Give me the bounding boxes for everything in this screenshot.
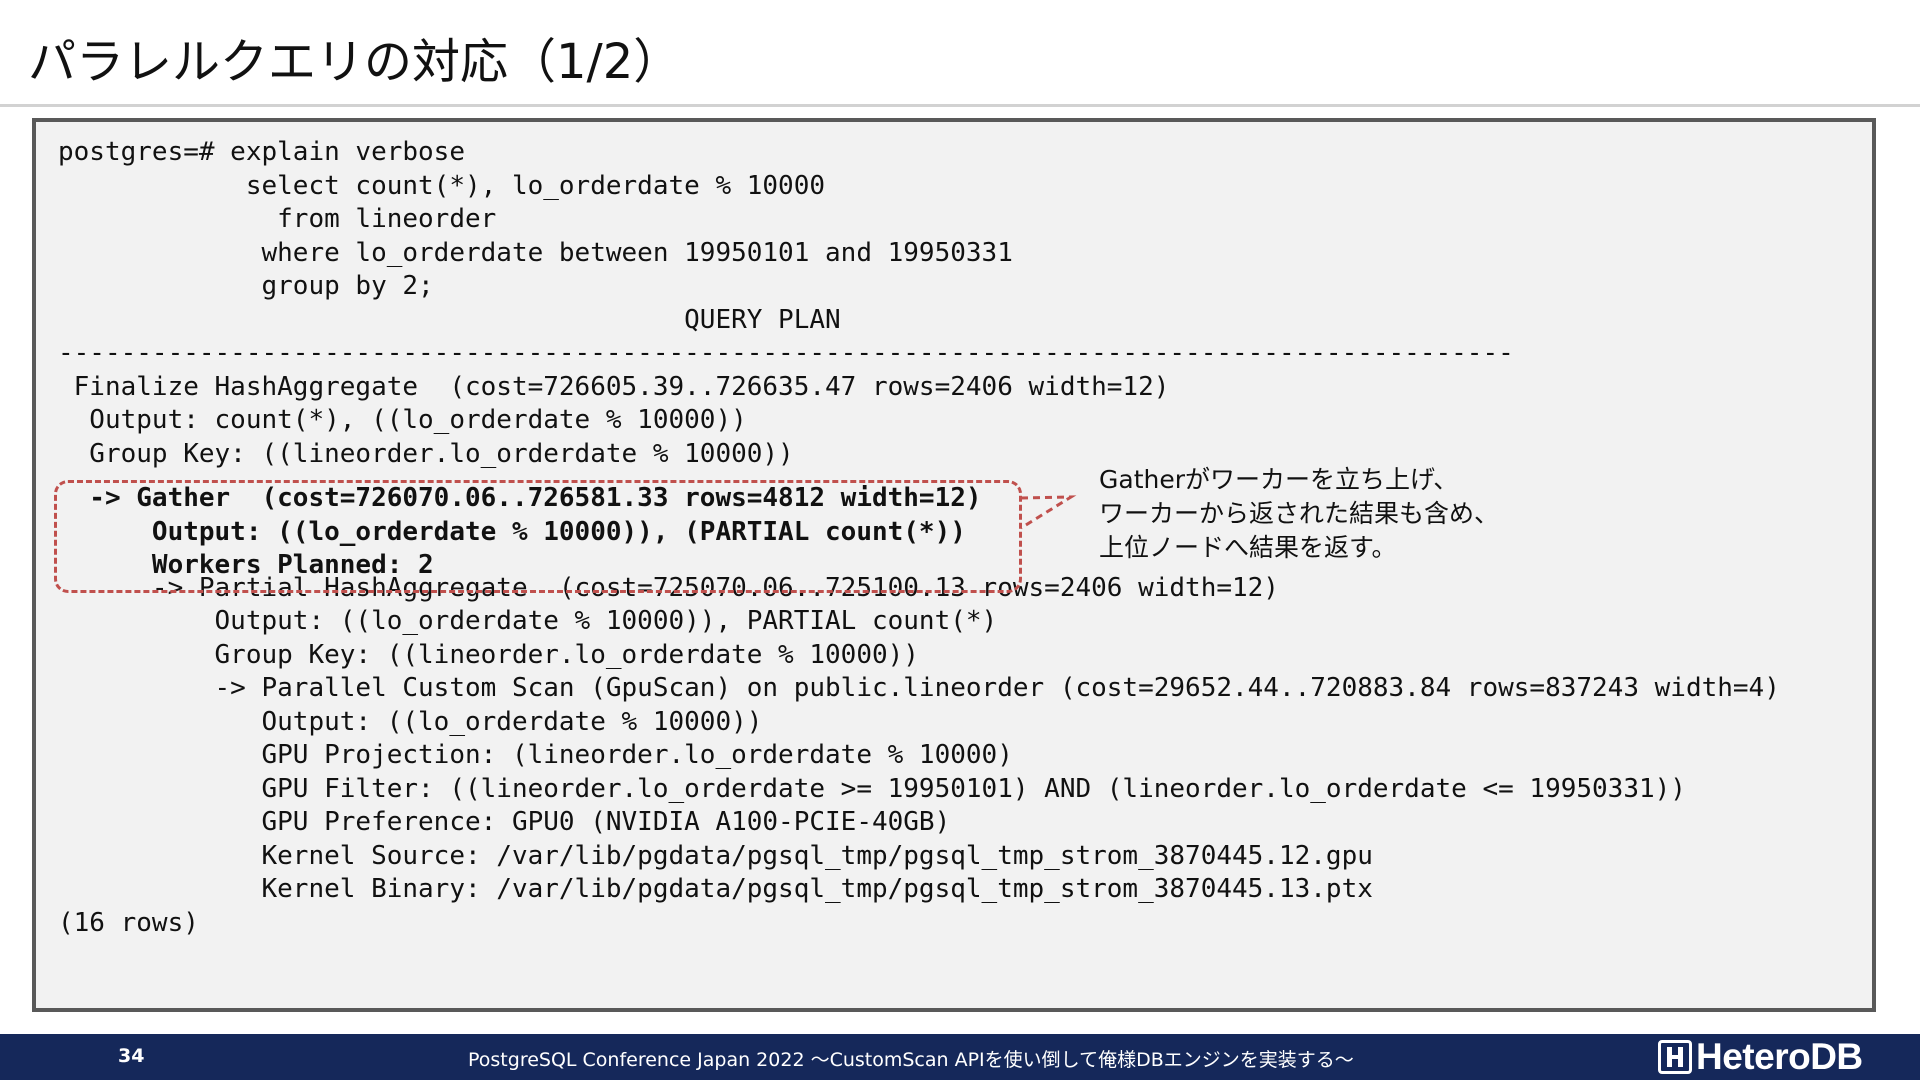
code-line: Finalize HashAggregate (cost=726605.39..… <box>58 371 1170 402</box>
code-line: GPU Projection: (lineorder.lo_orderdate … <box>58 740 1013 770</box>
code-line: from lineorder <box>58 204 497 234</box>
logo-mark-icon <box>1658 1040 1692 1074</box>
title-divider <box>0 104 1920 107</box>
code-line: GPU Preference: GPU0 (NVIDIA A100-PCIE-4… <box>58 807 951 837</box>
code-line: Group Key: ((lineorder.lo_orderdate % 10… <box>58 639 919 670</box>
code-line: Output: count(*), ((lo_orderdate % 10000… <box>58 405 747 435</box>
conference-title: PostgreSQL Conference Japan 2022 ～Custom… <box>468 1049 1354 1071</box>
footer-bar: 34 PostgreSQL Conference Japan 2022 ～Cus… <box>0 1034 1920 1080</box>
code-line: postgres=# explain verbose <box>58 137 465 167</box>
logo-text: HeteroDB <box>1696 1036 1863 1077</box>
page-number: 34 <box>118 1045 145 1067</box>
code-line: QUERY PLAN <box>58 304 841 335</box>
callout-pointer <box>1020 495 1077 530</box>
code-line: Kernel Source: /var/lib/pgdata/pgsql_tmp… <box>58 840 1373 871</box>
code-line: -> Parallel Custom Scan (GpuScan) on pub… <box>58 673 1780 703</box>
code-line: Kernel Binary: /var/lib/pgdata/pgsql_tmp… <box>58 874 1373 904</box>
code-line: group by 2; <box>58 271 434 301</box>
gather-highlight-box <box>54 480 1022 593</box>
code-line: Output: ((lo_orderdate % 10000)) <box>58 706 763 737</box>
callout-line: 上位ノードへ結果を返す。 <box>1099 533 1397 562</box>
code-line: Output: ((lo_orderdate % 10000)), PARTIA… <box>58 606 998 636</box>
code-line: where lo_orderdate between 19950101 and … <box>58 237 1013 268</box>
callout-annotation: Gatherがワーカーを立ち上げ、 ワーカーから返された結果も含め、 上位ノード… <box>1099 463 1499 565</box>
code-line: ----------------------------------------… <box>58 338 1514 368</box>
code-line: (16 rows) <box>58 907 199 938</box>
heterodb-logo: HeteroDB <box>1658 1036 1863 1077</box>
callout-line: ワーカーから返された結果も含め、 <box>1099 499 1500 528</box>
slide-title: パラレルクエリの対応（1/2） <box>28 34 682 90</box>
code-line: Group Key: ((lineorder.lo_orderdate % 10… <box>58 438 794 469</box>
callout-line: Gatherがワーカーを立ち上げ、 <box>1099 465 1459 494</box>
code-line: GPU Filter: ((lineorder.lo_orderdate >= … <box>58 773 1686 804</box>
code-line: select count(*), lo_orderdate % 10000 <box>58 170 826 201</box>
